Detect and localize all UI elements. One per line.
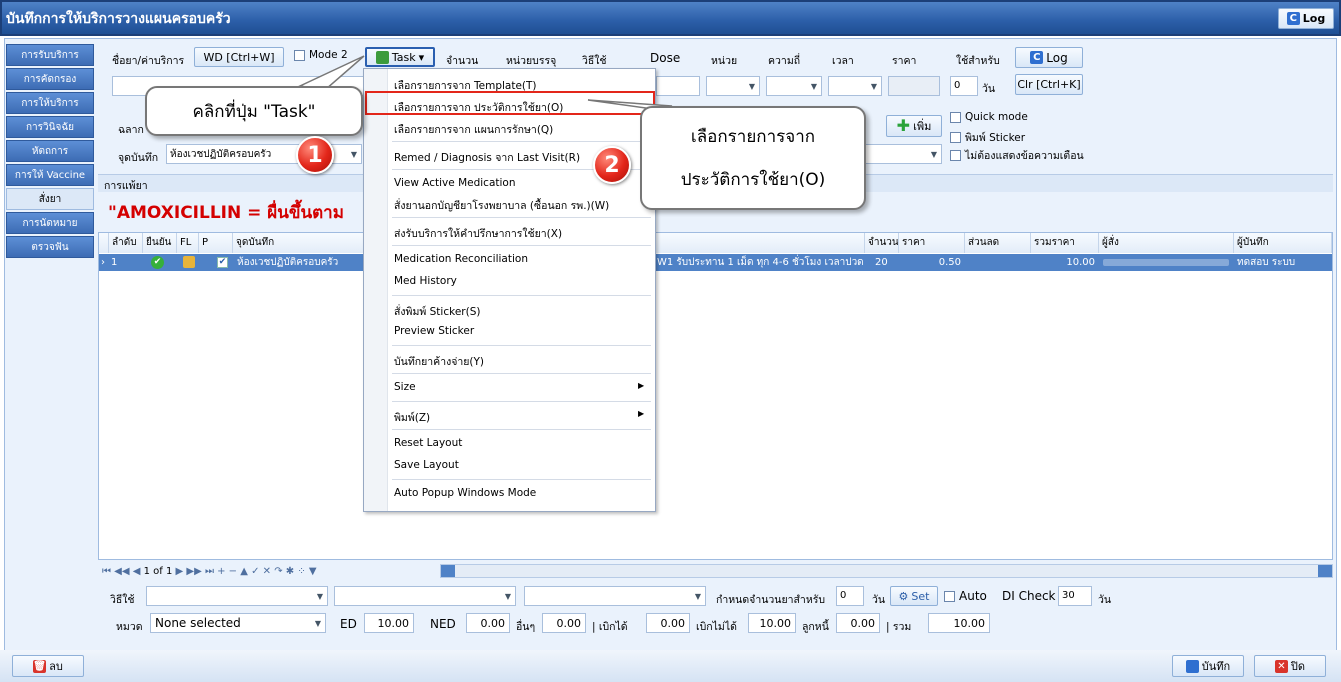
callout-step-2: เลือกรายการจาก ประวัติการใช้ยา(O) bbox=[640, 106, 866, 210]
callout-1-pointer bbox=[297, 55, 365, 91]
step-2-badge: 2 bbox=[593, 146, 631, 184]
callout-step-1: คลิกที่ปุ่ม "Task" bbox=[145, 86, 363, 136]
step-1-badge: 1 bbox=[296, 136, 334, 174]
